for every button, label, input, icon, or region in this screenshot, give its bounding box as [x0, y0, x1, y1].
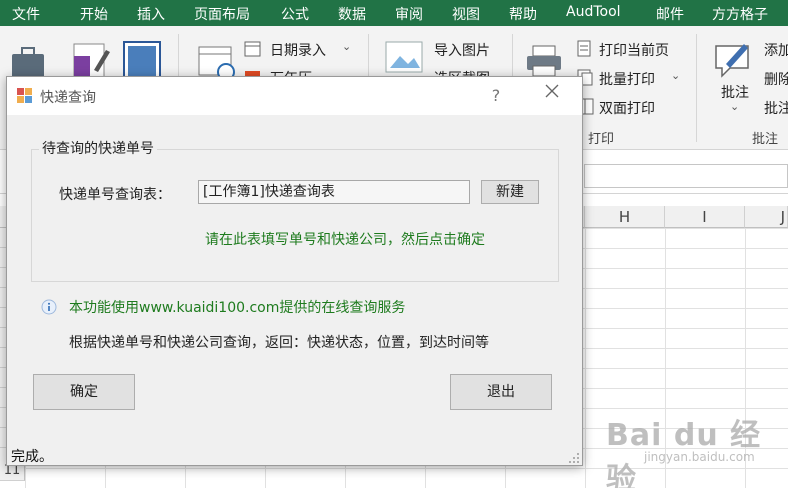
column-header-h[interactable]: H [585, 206, 665, 228]
printer-icon[interactable] [524, 44, 564, 78]
print-current-page-button[interactable]: 打印当前页 [599, 40, 669, 60]
dialog-title: 快递查询 [40, 90, 96, 106]
query-table-label: 快递单号查询表： [59, 187, 171, 203]
comment-button[interactable]: 批注 [721, 82, 749, 102]
image-icon[interactable] [384, 40, 424, 74]
print-group-label: 打印 [588, 132, 615, 147]
groupbox-title: 待查询的快递单号 [39, 138, 157, 158]
ok-button[interactable]: 确定 [33, 374, 135, 410]
status-text: 完成。 [11, 449, 53, 465]
tab-file[interactable]: 文件 [12, 4, 40, 24]
exit-button[interactable]: 退出 [450, 374, 552, 410]
new-button[interactable]: 新建 [481, 180, 539, 204]
resize-grip-icon[interactable] [568, 452, 580, 464]
instruction-hint: 请在此表填写单号和快递公司，然后点击确定 [205, 232, 485, 248]
tab-home[interactable]: 开始 [80, 4, 108, 24]
dialog-statusbar: 完成。 [7, 444, 582, 465]
batch-print-button[interactable]: 批量打印 [599, 69, 655, 89]
batch-print-dropdown-icon[interactable]: ⌄ [671, 69, 680, 82]
duplex-print-button[interactable]: 双面打印 [599, 98, 655, 118]
add-comment-button[interactable]: 添加 [764, 40, 788, 60]
tab-view[interactable]: 视图 [452, 4, 480, 24]
import-picture-button[interactable]: 导入图片 [434, 40, 490, 60]
print-page-icon [577, 40, 591, 57]
watermark-main-text: Bai du 经验 [606, 418, 762, 488]
date-entry-dropdown-icon[interactable]: ⌄ [342, 40, 351, 53]
watermark-sub-text: jingyan.baidu.com [644, 450, 755, 464]
query-table-field[interactable]: [工作簿1]快递查询表 [198, 180, 470, 204]
tab-formulas[interactable]: 公式 [281, 4, 309, 24]
delete-comment-button[interactable]: 删除 [764, 69, 788, 89]
close-icon [545, 84, 559, 98]
column-header-j[interactable]: J [745, 206, 788, 228]
tab-audtool[interactable]: AudTool [566, 4, 621, 20]
info-icon [41, 299, 57, 315]
date-entry-button[interactable]: 日期录入 [270, 40, 326, 60]
date-entry-icon [244, 41, 261, 57]
close-button[interactable] [537, 83, 567, 109]
formula-input[interactable] [584, 164, 788, 188]
tab-page-layout[interactable]: 页面布局 [194, 4, 250, 24]
ribbon-tab-bar: 文件 开始 插入 页面布局 公式 数据 审阅 视图 帮助 AudTool 邮件 … [0, 0, 788, 26]
tab-data[interactable]: 数据 [338, 4, 366, 24]
query-groupbox [31, 149, 559, 282]
baidu-watermark-logo: Bai du 经验 jingyan.baidu.com [588, 410, 783, 488]
tab-insert[interactable]: 插入 [137, 4, 165, 24]
dialog-titlebar[interactable]: 快递查询 ? [7, 77, 582, 115]
help-button[interactable]: ? [483, 83, 509, 109]
column-header-i[interactable]: I [665, 206, 745, 228]
comment-dropdown-icon[interactable]: ⌄ [730, 100, 739, 113]
tab-review[interactable]: 审阅 [395, 4, 423, 24]
express-query-dialog: 快递查询 ? 待查询的快递单号 快递单号查询表： [工作簿1]快递查询表 新建 … [6, 76, 583, 466]
comment-small-button[interactable]: 批注 [764, 98, 788, 118]
tab-help[interactable]: 帮助 [509, 4, 537, 24]
function-description: 根据快递单号和快递公司查询，返回：快递状态，位置，到达时间等 [69, 335, 489, 351]
comment-group-label: 批注 [752, 132, 779, 147]
comment-icon[interactable] [712, 38, 754, 80]
app-icon [17, 88, 32, 103]
tab-mailings[interactable]: 邮件 [656, 4, 684, 24]
tab-fangfang[interactable]: 方方格子 [712, 4, 768, 24]
ribbon-separator [696, 34, 697, 142]
service-info-text: 本功能使用www.kuaidi100.com提供的在线查询服务 [69, 300, 406, 316]
